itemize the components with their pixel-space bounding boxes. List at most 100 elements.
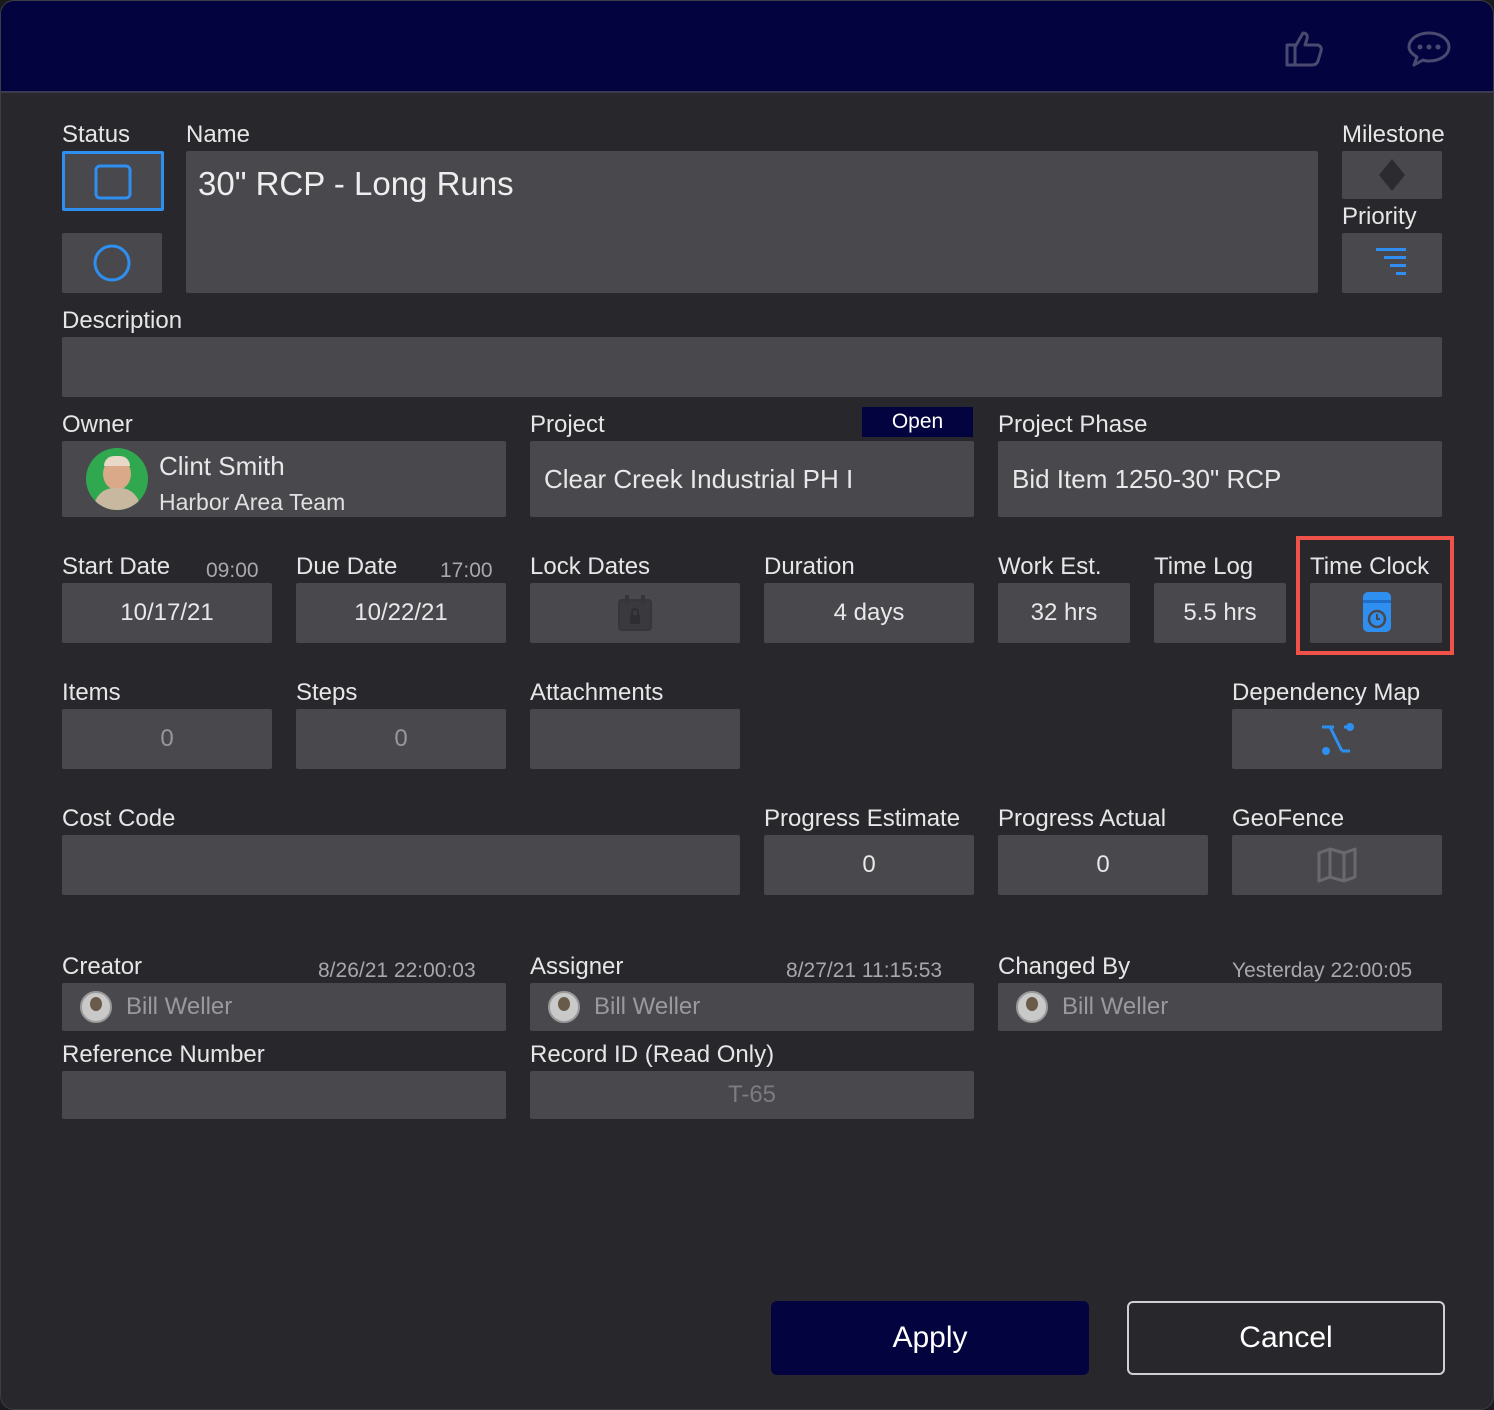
lock-dates-toggle[interactable]	[530, 583, 740, 643]
lock-dates-label: Lock Dates	[530, 553, 651, 580]
attachments-field[interactable]	[530, 709, 740, 769]
project-status-badge: Open	[862, 407, 973, 437]
description-field[interactable]	[62, 337, 1442, 397]
record-id-label: Record ID (Read Only)	[530, 1041, 775, 1068]
priority-bars-icon	[1376, 248, 1406, 275]
creator-field: Bill Weller	[62, 983, 506, 1031]
priority-selector[interactable]	[1342, 233, 1442, 293]
milestone-label: Milestone	[1342, 121, 1445, 148]
items-field[interactable]: 0	[62, 709, 272, 769]
duration-label: Duration	[764, 553, 855, 580]
due-date-label: Due Date	[296, 553, 398, 580]
project-label: Project	[530, 411, 605, 438]
changed-by-label: Changed By	[998, 953, 1131, 980]
work-est-field[interactable]: 32 hrs	[998, 583, 1130, 643]
creator-name: Bill Weller	[126, 993, 233, 1020]
project-field[interactable]: Clear Creek Industrial PH I	[530, 441, 974, 517]
status-checkbox-button[interactable]	[62, 151, 164, 211]
assigner-label: Assigner	[530, 953, 624, 980]
due-date-value: 10/22/21	[354, 599, 448, 626]
calendar-lock-icon	[618, 595, 652, 631]
diamond-icon	[1379, 159, 1405, 191]
cost-code-value	[62, 835, 740, 895]
creator-label: Creator	[62, 953, 143, 980]
progress-estimate-value: 0	[862, 851, 876, 878]
progress-actual-field[interactable]: 0	[998, 835, 1208, 895]
changed-by-avatar	[1016, 991, 1048, 1023]
work-est-label: Work Est.	[998, 553, 1102, 580]
dialog-header	[1, 1, 1493, 93]
description-label: Description	[62, 307, 183, 334]
record-id-value: T-65	[727, 1081, 777, 1108]
owner-label: Owner	[62, 411, 133, 438]
assigner-name: Bill Weller	[594, 993, 701, 1020]
time-clock-highlight	[1296, 536, 1454, 655]
task-edit-dialog: Status Name 30" RCP - Long Runs Mileston…	[0, 0, 1494, 1410]
assigner-timestamp: 8/27/21 11:15:53	[786, 959, 943, 982]
steps-label: Steps	[296, 679, 358, 706]
owner-team: Harbor Area Team	[159, 489, 346, 515]
name-label: Name	[186, 121, 251, 148]
owner-field[interactable]: Clint Smith Harbor Area Team	[62, 441, 506, 517]
items-value: 0	[160, 725, 174, 752]
steps-value: 0	[394, 725, 408, 752]
cost-code-label: Cost Code	[62, 805, 176, 832]
assigner-field: Bill Weller	[530, 983, 974, 1031]
reference-number-label: Reference Number	[62, 1041, 265, 1068]
due-date-field[interactable]: 10/22/21	[296, 583, 506, 643]
thumbs-up-icon[interactable]	[1281, 25, 1329, 73]
description-value	[62, 337, 1442, 397]
start-time[interactable]: 09:00	[206, 557, 259, 585]
milestone-toggle[interactable]	[1342, 151, 1442, 199]
work-est-value: 32 hrs	[1030, 599, 1098, 626]
start-date-field[interactable]: 10/17/21	[62, 583, 272, 643]
cost-code-field[interactable]	[62, 835, 740, 895]
project-phase-label: Project Phase	[998, 411, 1148, 438]
duration-value: 4 days	[833, 599, 905, 626]
record-id-field: T-65	[530, 1071, 974, 1119]
project-phase-value: Bid Item 1250-30" RCP	[1012, 463, 1282, 494]
owner-name: Clint Smith	[159, 451, 285, 481]
geofence-label: GeoFence	[1232, 805, 1345, 832]
start-date-value: 10/17/21	[120, 599, 214, 626]
changed-by-name: Bill Weller	[1062, 993, 1169, 1020]
changed-by-timestamp: Yesterday 22:00:05	[1232, 959, 1413, 982]
creator-timestamp: 8/26/21 22:00:03	[318, 959, 476, 982]
project-value: Clear Creek Industrial PH I	[544, 463, 854, 494]
progress-estimate-field[interactable]: 0	[764, 835, 974, 895]
comment-icon[interactable]	[1405, 25, 1453, 73]
progress-actual-value: 0	[1096, 851, 1110, 878]
progress-estimate-label: Progress Estimate	[764, 805, 961, 832]
duration-field[interactable]: 4 days	[764, 583, 974, 643]
time-log-value: 5.5 hrs	[1183, 599, 1257, 626]
status-circle-button[interactable]	[62, 233, 162, 293]
start-date-label: Start Date	[62, 553, 171, 580]
name-value: 30" RCP - Long Runs	[198, 165, 514, 202]
circle-status-icon	[93, 244, 131, 282]
square-checkbox-icon	[94, 164, 132, 200]
project-phase-field[interactable]: Bid Item 1250-30" RCP	[998, 441, 1442, 517]
time-log-label: Time Log	[1154, 553, 1254, 580]
time-log-field[interactable]: 5.5 hrs	[1154, 583, 1286, 643]
dependency-map-icon	[1322, 723, 1354, 755]
owner-avatar	[86, 448, 148, 510]
attachments-value	[530, 709, 740, 769]
geofence-button[interactable]	[1232, 835, 1442, 895]
apply-button[interactable]: Apply	[771, 1301, 1089, 1375]
due-time[interactable]: 17:00	[440, 557, 493, 585]
dependency-map-label: Dependency Map	[1232, 679, 1421, 706]
creator-avatar	[80, 991, 112, 1023]
progress-actual-label: Progress Actual	[998, 805, 1167, 832]
dependency-map-button[interactable]	[1232, 709, 1442, 769]
map-icon	[1317, 847, 1357, 883]
reference-number-field[interactable]	[62, 1071, 506, 1119]
reference-number-value	[62, 1071, 506, 1119]
status-label: Status	[62, 121, 131, 148]
changed-by-field: Bill Weller	[998, 983, 1442, 1031]
attachments-label: Attachments	[530, 679, 664, 706]
cancel-button[interactable]: Cancel	[1127, 1301, 1445, 1375]
assigner-avatar	[548, 991, 580, 1023]
steps-field[interactable]: 0	[296, 709, 506, 769]
name-field[interactable]: 30" RCP - Long Runs	[186, 151, 1318, 293]
priority-label: Priority	[1342, 203, 1417, 230]
